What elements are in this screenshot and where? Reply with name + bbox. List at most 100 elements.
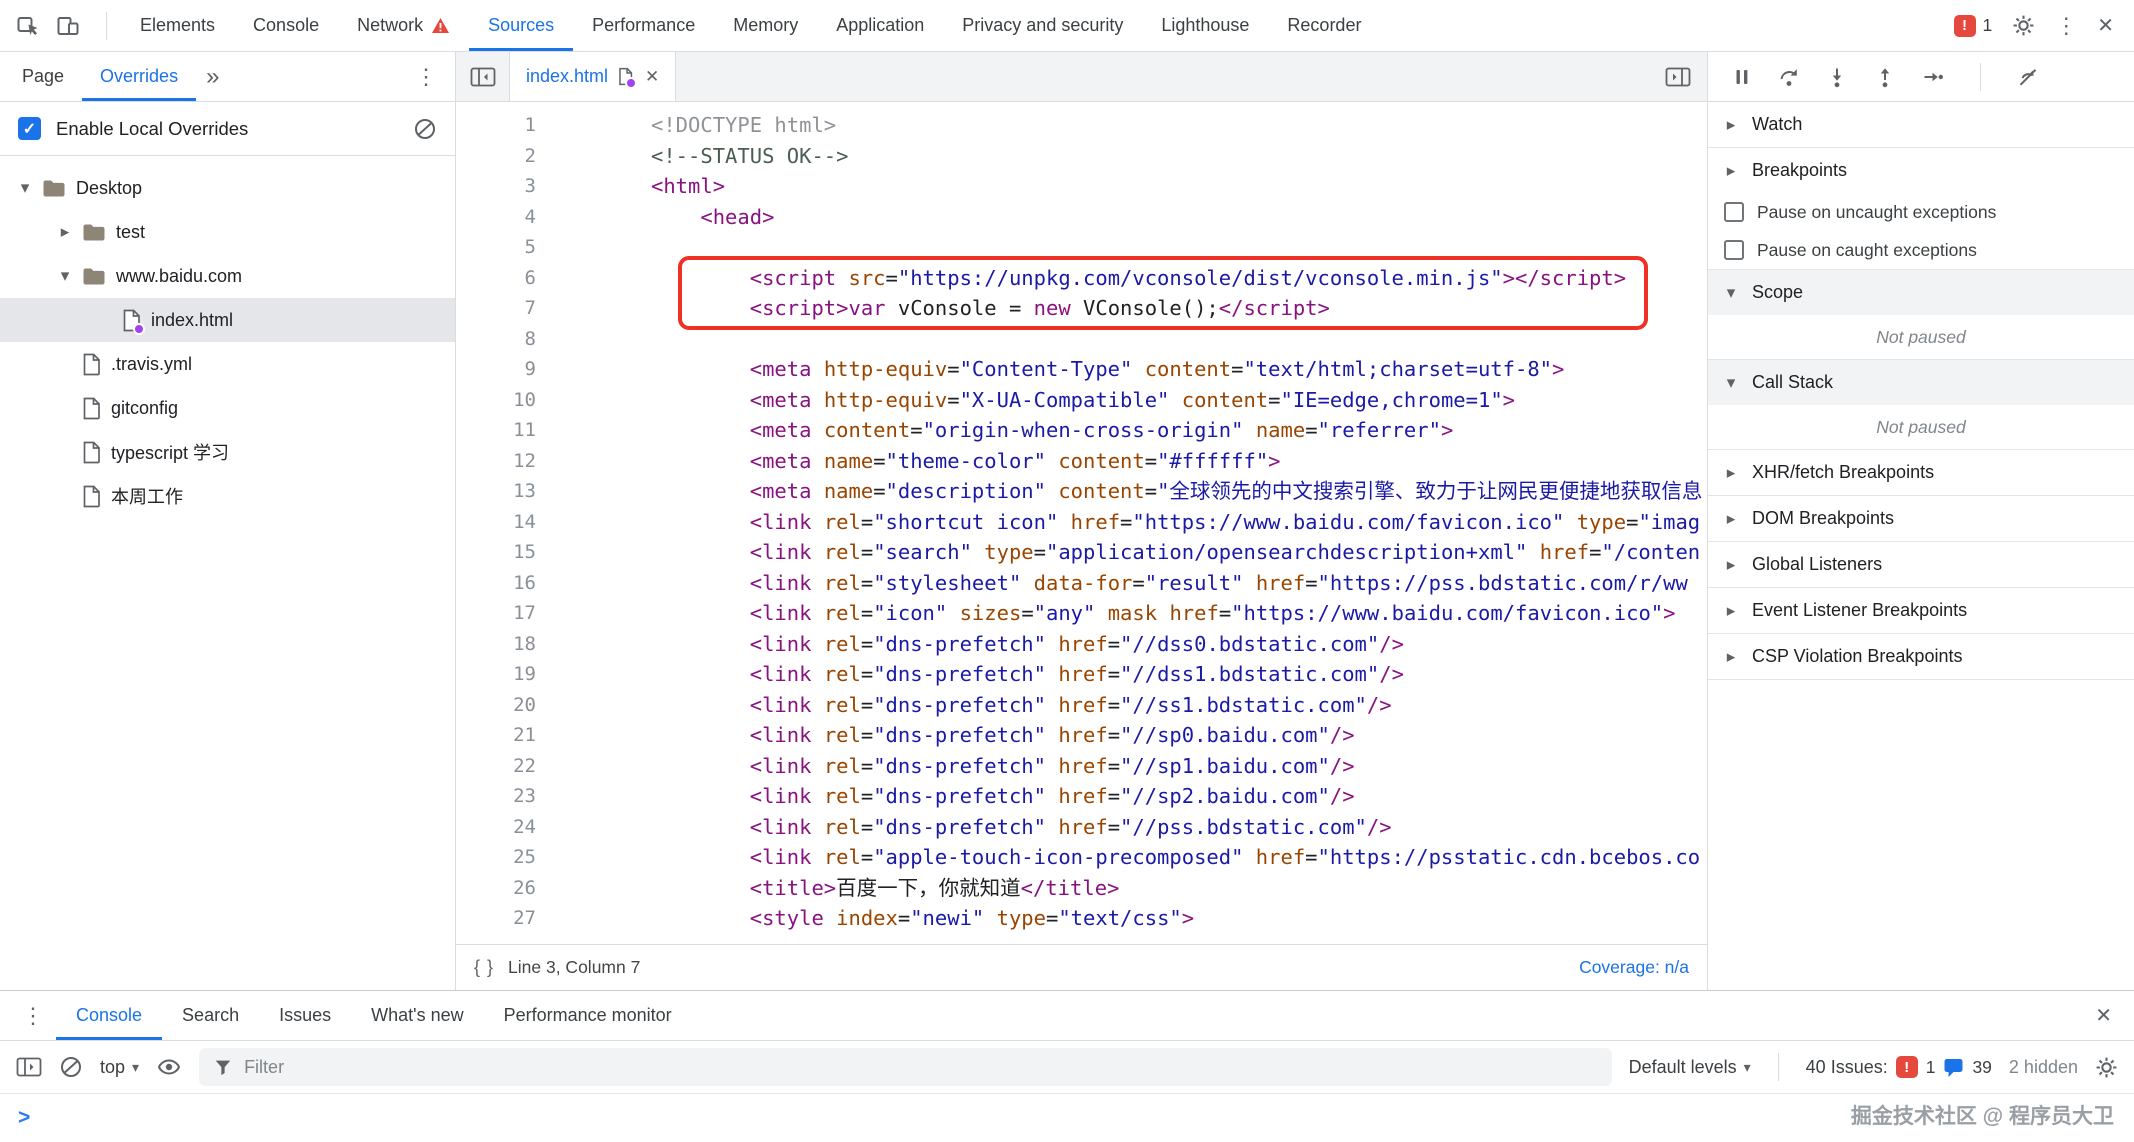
section-header-global-listeners[interactable]: ▸Global Listeners (1708, 542, 2134, 587)
tree-item-www-baidu-com[interactable]: ▾www.baidu.com (0, 254, 455, 298)
code-line[interactable]: 22 <link rel="dns-prefetch" href="//sp1.… (456, 751, 1707, 782)
line-number[interactable]: 5 (456, 232, 556, 263)
enable-overrides-checkbox[interactable]: ✓ (18, 117, 41, 140)
code-line[interactable]: 9 <meta http-equiv="Content-Type" conten… (456, 354, 1707, 385)
console-settings-gear-icon[interactable] (2095, 1056, 2118, 1079)
step-into-icon[interactable] (1826, 66, 1848, 88)
line-number[interactable]: 14 (456, 507, 556, 538)
panel-tab-application[interactable]: Application (817, 0, 943, 51)
section-header-breakpoints[interactable]: ▸Breakpoints (1708, 148, 2134, 193)
code-line[interactable]: 26 <title>百度一下，你就知道</title> (456, 873, 1707, 904)
section-header-event-listener-breakpoints[interactable]: ▸Event Listener Breakpoints (1708, 588, 2134, 633)
code-line[interactable]: 6 <script src="https://unpkg.com/vconsol… (456, 263, 1707, 294)
code-line[interactable]: 8 (456, 324, 1707, 355)
line-number[interactable]: 22 (456, 751, 556, 782)
code-line[interactable]: 2<!--STATUS OK--> (456, 141, 1707, 172)
drawer-tab-console[interactable]: Console (56, 991, 162, 1040)
live-expression-eye-icon[interactable] (156, 1055, 182, 1079)
line-number[interactable]: 25 (456, 842, 556, 873)
clear-console-icon[interactable] (59, 1055, 83, 1079)
step-over-icon[interactable] (1778, 66, 1800, 88)
code-line[interactable]: 20 <link rel="dns-prefetch" href="//ss1.… (456, 690, 1707, 721)
line-number[interactable]: 19 (456, 659, 556, 690)
close-devtools-icon[interactable]: ✕ (2097, 16, 2114, 36)
code-line[interactable]: 5 (456, 232, 1707, 263)
navigator-tab-page[interactable]: Page (4, 52, 82, 101)
hidden-messages-label[interactable]: 2 hidden (2009, 1057, 2078, 1078)
code-line[interactable]: 16 <link rel="stylesheet" data-for="resu… (456, 568, 1707, 599)
console-sidebar-toggle-icon[interactable] (16, 1056, 42, 1078)
line-number[interactable]: 9 (456, 354, 556, 385)
section-header-csp-violation-breakpoints[interactable]: ▸CSP Violation Breakpoints (1708, 634, 2134, 679)
more-options-kebab-icon[interactable]: ⋮ (2055, 15, 2077, 37)
section-header-xhr-fetch-breakpoints[interactable]: ▸XHR/fetch Breakpoints (1708, 450, 2134, 495)
checkbox-row-pause-on-caught-exceptions[interactable]: Pause on caught exceptions (1708, 231, 2134, 269)
panel-tab-lighthouse[interactable]: Lighthouse (1142, 0, 1268, 51)
drawer-tab-what-s-new[interactable]: What's new (351, 991, 483, 1040)
line-number[interactable]: 6 (456, 263, 556, 294)
section-header-call-stack[interactable]: ▾Call Stack (1708, 360, 2134, 405)
step-icon[interactable] (1922, 66, 1944, 88)
line-number[interactable]: 13 (456, 476, 556, 507)
editor-tab-index-html[interactable]: index.html ✕ (510, 52, 676, 101)
line-number[interactable]: 27 (456, 903, 556, 934)
code-line[interactable]: 11 <meta content="origin-when-cross-orig… (456, 415, 1707, 446)
settings-gear-icon[interactable] (2012, 14, 2035, 37)
inspect-element-icon[interactable] (16, 14, 40, 38)
panel-tab-performance[interactable]: Performance (573, 0, 714, 51)
close-drawer-icon[interactable]: ✕ (2083, 991, 2124, 1040)
line-number[interactable]: 16 (456, 568, 556, 599)
code-line[interactable]: 15 <link rel="search" type="application/… (456, 537, 1707, 568)
code-line[interactable]: 27 <style index="newi" type="text/css"> (456, 903, 1707, 934)
line-number[interactable]: 23 (456, 781, 556, 812)
line-number[interactable]: 4 (456, 202, 556, 233)
coverage-link[interactable]: Coverage: n/a (1579, 957, 1689, 978)
code-line[interactable]: 19 <link rel="dns-prefetch" href="//dss1… (456, 659, 1707, 690)
drawer-tab-search[interactable]: Search (162, 991, 259, 1040)
panel-tab-recorder[interactable]: Recorder (1268, 0, 1380, 51)
device-toolbar-icon[interactable] (56, 14, 80, 38)
console-filter-input[interactable]: Filter (199, 1048, 1612, 1086)
code-line[interactable]: 12 <meta name="theme-color" content="#ff… (456, 446, 1707, 477)
clear-configuration-icon[interactable] (413, 117, 437, 141)
line-number[interactable]: 18 (456, 629, 556, 660)
pause-script-icon[interactable] (1732, 67, 1752, 87)
tree-item-typescript[interactable]: typescript 学习 (0, 430, 455, 474)
line-number[interactable]: 12 (456, 446, 556, 477)
code-line[interactable]: 18 <link rel="dns-prefetch" href="//dss0… (456, 629, 1707, 660)
chevron-right-icon[interactable]: ▸ (52, 222, 78, 242)
deactivate-breakpoints-icon[interactable] (2017, 66, 2039, 88)
tree-item-desktop[interactable]: ▾Desktop (0, 166, 455, 210)
drawer-tab-performance-monitor[interactable]: Performance monitor (484, 991, 692, 1040)
checkbox-unchecked[interactable] (1724, 202, 1744, 222)
line-number[interactable]: 21 (456, 720, 556, 751)
step-out-icon[interactable] (1874, 66, 1896, 88)
tree-item-[interactable]: 本周工作 (0, 474, 455, 518)
panel-tab-memory[interactable]: Memory (714, 0, 817, 51)
pretty-print-icon[interactable]: { } (474, 957, 494, 978)
issues-counter[interactable]: 40 Issues: ! 1 39 (1806, 1056, 1992, 1078)
tree-item-travis-yml[interactable]: .travis.yml (0, 342, 455, 386)
panel-tab-network[interactable]: Network (338, 0, 469, 51)
code-line[interactable]: 10 <meta http-equiv="X-UA-Compatible" co… (456, 385, 1707, 416)
code-line[interactable]: 24 <link rel="dns-prefetch" href="//pss.… (456, 812, 1707, 843)
default-levels-dropdown[interactable]: Default levels ▾ (1629, 1057, 1751, 1078)
console-prompt[interactable]: > (0, 1094, 2134, 1142)
code-line[interactable]: 13 <meta name="description" content="全球领… (456, 476, 1707, 507)
line-number[interactable]: 15 (456, 537, 556, 568)
javascript-context-selector[interactable]: top ▾ (100, 1057, 139, 1078)
code-line[interactable]: 17 <link rel="icon" sizes="any" mask hre… (456, 598, 1707, 629)
toggle-navigator-panel-icon[interactable] (456, 52, 510, 101)
code-line[interactable]: 23 <link rel="dns-prefetch" href="//sp2.… (456, 781, 1707, 812)
more-tabs-icon[interactable]: » (196, 52, 229, 101)
close-tab-icon[interactable]: ✕ (645, 68, 659, 85)
navigator-menu-kebab-icon[interactable]: ⋮ (401, 52, 451, 101)
drawer-tab-issues[interactable]: Issues (259, 991, 351, 1040)
checkbox-row-pause-on-uncaught-exceptions[interactable]: Pause on uncaught exceptions (1708, 193, 2134, 231)
line-number[interactable]: 20 (456, 690, 556, 721)
line-number[interactable]: 1 (456, 110, 556, 141)
panel-tab-sources[interactable]: Sources (469, 0, 573, 51)
tree-item-test[interactable]: ▸test (0, 210, 455, 254)
line-number[interactable]: 2 (456, 141, 556, 172)
navigator-tab-overrides[interactable]: Overrides (82, 52, 196, 101)
